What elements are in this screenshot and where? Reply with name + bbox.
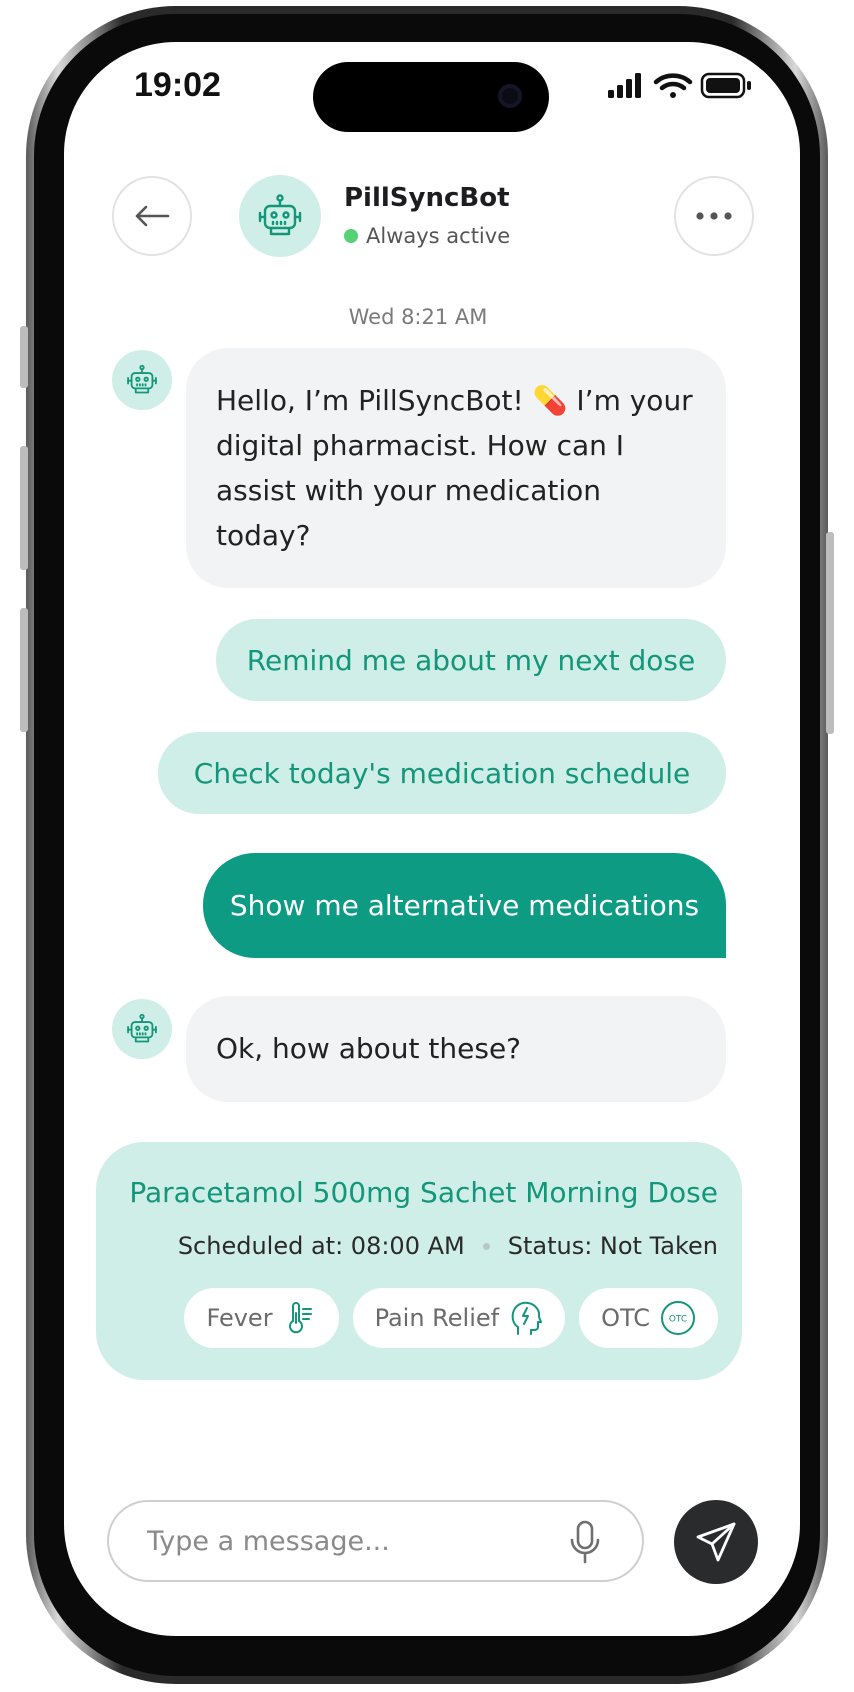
arrow-left-icon bbox=[135, 205, 170, 227]
bot-message-avatar bbox=[112, 999, 172, 1059]
message-input[interactable] bbox=[145, 1524, 549, 1558]
meta-separator bbox=[482, 1242, 490, 1250]
robot-icon bbox=[127, 364, 157, 394]
microphone-button[interactable] bbox=[568, 1520, 602, 1568]
microphone-icon bbox=[570, 1520, 600, 1564]
online-indicator bbox=[344, 229, 358, 243]
suggestion-medication-schedule[interactable]: Check today's medication schedule bbox=[158, 732, 726, 814]
bot-status: Always active bbox=[344, 224, 510, 248]
bot-status-label: Always active bbox=[366, 224, 511, 248]
screen bbox=[64, 42, 800, 1636]
bot-name: PillSyncBot bbox=[344, 183, 510, 213]
power-button bbox=[826, 532, 834, 734]
volume-up-button bbox=[20, 446, 28, 570]
chat-timestamp: Wed 8:21 AM bbox=[348, 305, 488, 329]
tag-label: Fever bbox=[206, 1304, 273, 1332]
battery-icon bbox=[700, 72, 751, 99]
wifi-icon bbox=[653, 73, 693, 98]
message-composer bbox=[107, 1500, 644, 1582]
thermometer-icon bbox=[283, 1301, 317, 1335]
medication-tags: Fever Pain Relief OTC OTC bbox=[184, 1288, 718, 1348]
tag-pain-relief[interactable]: Pain Relief bbox=[352, 1288, 566, 1348]
send-button[interactable] bbox=[674, 1500, 758, 1584]
otc-badge-text: OTC bbox=[669, 1315, 687, 1325]
tag-fever[interactable]: Fever bbox=[184, 1288, 339, 1348]
tag-label: OTC bbox=[601, 1304, 650, 1332]
medication-title: Paracetamol 500mg Sachet Morning Dose bbox=[129, 1176, 718, 1209]
bot-avatar bbox=[239, 175, 321, 257]
status-time: 19:02 bbox=[134, 66, 221, 104]
medication-scheduled-time: Scheduled at: 08:00 AM bbox=[177, 1232, 465, 1260]
medication-meta: Scheduled at: 08:00 AM Status: Not Taken bbox=[178, 1232, 718, 1260]
tag-otc[interactable]: OTC OTC bbox=[579, 1288, 718, 1348]
robot-icon bbox=[258, 194, 302, 236]
action-button bbox=[20, 326, 28, 388]
user-message: Show me alternative medications bbox=[203, 853, 726, 958]
suggestion-next-dose[interactable]: Remind me about my next dose bbox=[216, 619, 726, 701]
tag-label: Pain Relief bbox=[374, 1304, 500, 1332]
more-options-button[interactable] bbox=[674, 176, 754, 256]
bot-message-reply: Ok, how about these? bbox=[186, 996, 726, 1102]
medication-card[interactable]: Paracetamol 500mg Sachet Morning Dose Sc… bbox=[96, 1142, 742, 1380]
medication-status: Status: Not Taken bbox=[507, 1232, 718, 1260]
bot-message-avatar bbox=[112, 350, 172, 410]
ellipsis-icon bbox=[696, 212, 732, 220]
back-button[interactable] bbox=[112, 176, 192, 256]
camera-icon bbox=[498, 84, 522, 108]
signal-icon bbox=[608, 73, 641, 98]
robot-icon bbox=[127, 1013, 157, 1043]
send-icon bbox=[696, 1522, 736, 1562]
head-pain-icon bbox=[509, 1300, 543, 1336]
otc-badge-icon: OTC bbox=[660, 1300, 696, 1336]
status-icons bbox=[608, 72, 751, 99]
volume-down-button bbox=[20, 608, 28, 732]
bot-message-greeting: Hello, I’m PillSyncBot! 💊 I’m your digit… bbox=[186, 348, 726, 588]
